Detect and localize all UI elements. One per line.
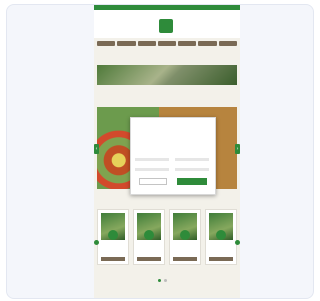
decline-button[interactable] xyxy=(139,178,167,185)
consent-option-1-field[interactable] xyxy=(135,158,169,161)
nav-item-3[interactable] xyxy=(137,41,156,46)
nav-item-7[interactable] xyxy=(218,41,237,46)
carousel-dot[interactable] xyxy=(164,279,167,282)
nav-item-4[interactable] xyxy=(157,41,177,46)
nav-item-2[interactable] xyxy=(117,41,136,46)
product-list xyxy=(97,209,237,265)
carousel-prev-icon[interactable] xyxy=(94,240,99,245)
main-nav xyxy=(94,41,240,49)
hero-banner xyxy=(97,65,237,85)
carousel-dot-active[interactable] xyxy=(158,279,161,282)
screenshot-card: ‹ › xyxy=(6,4,314,299)
product-badge xyxy=(144,230,154,240)
product-card[interactable] xyxy=(205,209,237,265)
carousel-dots xyxy=(158,279,167,282)
nav-item-5[interactable] xyxy=(178,41,197,46)
consent-option-2-field[interactable] xyxy=(175,158,209,161)
product-button[interactable] xyxy=(101,257,125,261)
website-screenshot: ‹ › xyxy=(94,5,240,298)
chevron-right-icon[interactable]: › xyxy=(235,144,240,154)
consent-option-3-field[interactable] xyxy=(135,168,169,171)
consent-body xyxy=(135,128,209,148)
site-logo[interactable] xyxy=(159,19,173,33)
carousel-next-icon[interactable] xyxy=(235,240,240,245)
product-button[interactable] xyxy=(209,257,233,261)
product-card[interactable] xyxy=(169,209,201,265)
nav-item-1[interactable] xyxy=(97,41,116,46)
product-badge xyxy=(108,230,118,240)
product-card[interactable] xyxy=(97,209,129,265)
product-card[interactable] xyxy=(133,209,165,265)
header xyxy=(94,10,240,38)
nav-item-6[interactable] xyxy=(198,41,217,46)
chevron-left-icon[interactable]: ‹ xyxy=(94,144,99,154)
product-badge xyxy=(216,230,226,240)
product-button[interactable] xyxy=(137,257,161,261)
consent-option-4-field[interactable] xyxy=(175,168,209,171)
product-button[interactable] xyxy=(173,257,197,261)
accept-button[interactable] xyxy=(177,178,207,185)
cookie-consent-dialog xyxy=(130,117,216,195)
product-badge xyxy=(180,230,190,240)
